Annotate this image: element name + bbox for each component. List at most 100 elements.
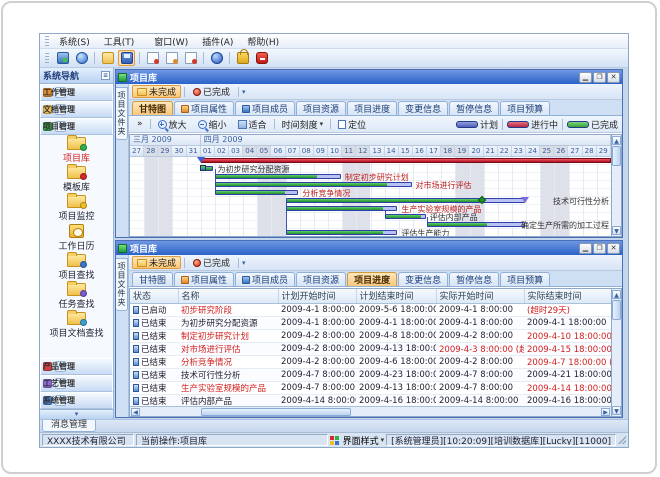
sidebar-item-工作日历[interactable]: 工作日历 bbox=[40, 223, 113, 253]
tab-甘特图[interactable]: 甘特图 bbox=[132, 101, 173, 115]
audit-doc-button[interactable] bbox=[163, 50, 180, 66]
scroll-down-icon[interactable]: ▼ bbox=[612, 226, 621, 235]
table-row[interactable]: 已结束技术可行性分析2009-4-7 8:00:002009-4-23 18:0… bbox=[130, 368, 611, 381]
table-horizontal-scrollbar[interactable]: ◀ ▶ bbox=[130, 406, 611, 416]
interface-style-dropdown[interactable]: 界面样式 ▾ bbox=[330, 434, 385, 447]
sidebar-group-工作管理[interactable]: 工作管理▾ bbox=[40, 84, 113, 101]
table-row[interactable]: 已结束评估内部产品2009-4-14 8:00:002009-4-16 18:0… bbox=[130, 394, 611, 406]
fit-button[interactable]: 适合 bbox=[234, 116, 271, 133]
report-doc-button[interactable] bbox=[144, 50, 161, 66]
gantt-bar-技术可行性分析[interactable] bbox=[286, 198, 525, 203]
project-folder-vertical-tab[interactable]: 项目文件夹 bbox=[116, 87, 128, 140]
menu-帮助(H)[interactable]: 帮助(H) bbox=[240, 37, 286, 49]
sidebar-item-模板库[interactable]: 模板库 bbox=[40, 165, 113, 194]
filter-more-chevron[interactable]: ▾ bbox=[242, 259, 246, 267]
lock-button[interactable] bbox=[234, 50, 251, 66]
scroll-thumb[interactable] bbox=[201, 408, 351, 416]
save-button[interactable] bbox=[118, 50, 135, 66]
exit-button[interactable] bbox=[253, 50, 270, 66]
scroll-right-icon[interactable]: ▶ bbox=[601, 408, 610, 416]
scroll-thumb[interactable] bbox=[612, 300, 621, 320]
tab-暂停信息[interactable]: 暂停信息 bbox=[449, 101, 499, 115]
globe-button[interactable] bbox=[73, 50, 90, 66]
filter-已完成[interactable]: 已完成 bbox=[188, 85, 235, 98]
gantt-bar-初步研究阶段[interactable] bbox=[201, 158, 611, 163]
locate-button[interactable]: 定位 bbox=[334, 116, 370, 133]
column-header-实际开始时间[interactable]: 实际开始时间 bbox=[436, 289, 524, 303]
tab-项目资源[interactable]: 项目资源 bbox=[296, 101, 346, 115]
gantt-bar-分析竞争情况[interactable] bbox=[215, 190, 298, 195]
menu-插件(A)[interactable]: 插件(A) bbox=[195, 37, 240, 49]
tab-项目属性[interactable]: 项目属性 bbox=[174, 101, 234, 115]
tab-项目成员[interactable]: 项目成员 bbox=[235, 272, 295, 286]
table-row[interactable]: 已启动初步研究阶段2009-4-1 8:00:002009-5-6 18:00:… bbox=[130, 303, 611, 316]
column-header-名称[interactable]: 名称 bbox=[178, 289, 278, 303]
gantt-bar-评估生产能力[interactable] bbox=[286, 230, 398, 235]
gantt-bar-制定初步研究计划[interactable] bbox=[215, 174, 341, 179]
resize-grip[interactable] bbox=[618, 436, 626, 444]
system-button[interactable] bbox=[54, 50, 71, 66]
gantt-bar-生产实验室规模的产品[interactable] bbox=[286, 206, 398, 211]
sidebar-group-系统管理[interactable]: 系统管理▾ bbox=[40, 392, 113, 409]
table-row[interactable]: 已结束对市场进行评估2009-4-2 8:00:002009-4-13 18:0… bbox=[130, 342, 611, 355]
tab-项目成员[interactable]: 项目成员 bbox=[235, 101, 295, 115]
tab-项目进度[interactable]: 项目进度 bbox=[347, 272, 397, 286]
menu-工具(T)[interactable]: 工具(T) bbox=[97, 37, 142, 49]
scroll-up-icon[interactable]: ▲ bbox=[612, 290, 621, 299]
tab-项目进度[interactable]: 项目进度 bbox=[347, 101, 397, 115]
gantt-canvas[interactable]: 为初步研究分配资源制定初步研究计划对市场进行评估分析竞争情况技术可行性分析生产实… bbox=[130, 157, 611, 236]
tab-变更信息[interactable]: 变更信息 bbox=[398, 272, 448, 286]
tab-项目预算[interactable]: 项目预算 bbox=[500, 101, 550, 115]
table-window-titlebar[interactable]: 项目库 ▁ ❐ ✕ bbox=[116, 241, 622, 255]
tab-暂停信息[interactable]: 暂停信息 bbox=[449, 272, 499, 286]
tab-甘特图[interactable]: 甘特图 bbox=[132, 272, 173, 286]
sidebar-item-项目监控[interactable]: 项目监控 bbox=[40, 194, 113, 223]
sidebar-item-项目查找[interactable]: 项目查找 bbox=[40, 253, 113, 282]
column-header-计划结束时间[interactable]: 计划结束时间 bbox=[356, 289, 436, 303]
minimize-button[interactable]: ▁ bbox=[579, 243, 592, 254]
sidebar-item-项目库[interactable]: 项目库 bbox=[40, 136, 113, 165]
gantt-bar-确定生产所需的加工过程[interactable] bbox=[427, 222, 525, 227]
gantt-bar-评估内部产品[interactable] bbox=[385, 214, 426, 219]
sidebar-group-产品管理[interactable]: 产品管理▾ bbox=[40, 358, 113, 375]
message-management-tab[interactable]: 消息管理 bbox=[42, 420, 96, 432]
scroll-left-icon[interactable]: ◀ bbox=[131, 408, 140, 416]
restore-button[interactable]: ❐ bbox=[593, 243, 606, 254]
tab-变更信息[interactable]: 变更信息 bbox=[398, 101, 448, 115]
help-button[interactable] bbox=[208, 50, 225, 66]
column-header-状态[interactable]: 状态 bbox=[130, 289, 178, 303]
tab-项目预算[interactable]: 项目预算 bbox=[500, 272, 550, 286]
gantt-vertical-scrollbar[interactable]: ▲ ▼ bbox=[611, 134, 622, 237]
filter-more-chevron[interactable]: ▾ bbox=[242, 88, 246, 96]
sidebar-item-任务查找[interactable]: 任务查找 bbox=[40, 282, 113, 311]
project-folder-vertical-tab[interactable]: 项目文件夹 bbox=[116, 258, 128, 311]
column-header-计划开始时间[interactable]: 计划开始时间 bbox=[278, 289, 356, 303]
tab-项目资源[interactable]: 项目资源 bbox=[296, 272, 346, 286]
table-row[interactable]: 已结束分析竞争情况2009-4-2 8:00:002009-4-6 18:00:… bbox=[130, 355, 611, 368]
scroll-down-icon[interactable]: ▼ bbox=[612, 406, 621, 415]
zoom-out-button[interactable]: 缩小 bbox=[194, 116, 231, 133]
gantt-chart[interactable]: 三月 2009四月 2009 2728293031010203040506070… bbox=[129, 134, 611, 237]
gantt-window-titlebar[interactable]: 项目库 ▁ ❐ ✕ bbox=[116, 70, 622, 84]
sidebar-item-项目文档查找[interactable]: 项目文档查找 bbox=[40, 311, 113, 340]
scroll-up-icon[interactable]: ▲ bbox=[612, 136, 621, 145]
gantt-bar-对市场进行评估[interactable] bbox=[215, 182, 412, 187]
time-scale-dropdown[interactable]: 时间刻度▾ bbox=[278, 116, 328, 133]
tab-项目属性[interactable]: 项目属性 bbox=[174, 272, 234, 286]
filter-未完成[interactable]: 未完成 bbox=[132, 85, 181, 98]
close-button[interactable]: ✕ bbox=[607, 243, 620, 254]
zoom-in-button[interactable]: 放大 bbox=[154, 116, 191, 133]
close-button[interactable]: ✕ bbox=[607, 72, 620, 83]
sidebar-group-工艺管理[interactable]: 工艺管理▾ bbox=[40, 375, 113, 392]
filter-已完成[interactable]: 已完成 bbox=[188, 256, 235, 269]
menu-系统(S)[interactable]: 系统(S) bbox=[52, 37, 97, 49]
sidebar-overflow-chevron[interactable]: ▾ bbox=[40, 409, 113, 419]
filter-未完成[interactable]: 未完成 bbox=[132, 256, 181, 269]
minimize-button[interactable]: ▁ bbox=[579, 72, 592, 83]
restore-button[interactable]: ❐ bbox=[593, 72, 606, 83]
print-doc-button[interactable] bbox=[182, 50, 199, 66]
table-row[interactable]: 已结束生产实验室规模的产品2009-4-7 8:00:002009-4-13 1… bbox=[130, 381, 611, 394]
scroll-thumb[interactable] bbox=[612, 146, 621, 166]
sidebar-collapse-icon[interactable]: ≡ bbox=[101, 71, 110, 80]
table-row[interactable]: 已结束为初步研究分配资源2009-4-1 8:00:002009-4-1 18:… bbox=[130, 316, 611, 329]
